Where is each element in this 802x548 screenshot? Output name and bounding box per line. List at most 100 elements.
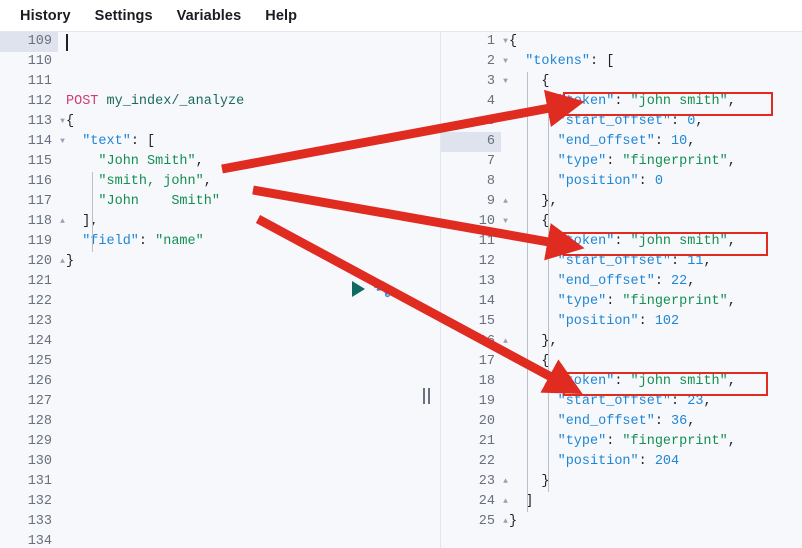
fold-expand-icon[interactable]: ▲ bbox=[58, 212, 67, 232]
response-code-line[interactable]: "end_offset": 10, bbox=[501, 132, 802, 152]
response-line-number[interactable]: 4 bbox=[441, 92, 501, 112]
response-code-line[interactable]: "type": "fingerprint", bbox=[501, 152, 802, 172]
request-line-number[interactable]: 122 bbox=[0, 292, 58, 312]
response-code-line[interactable]: } bbox=[501, 472, 802, 492]
response-code-line[interactable]: { bbox=[501, 72, 802, 92]
request-code-line[interactable]: { bbox=[58, 112, 411, 132]
response-code-line[interactable]: ] bbox=[501, 492, 802, 512]
request-code-line[interactable] bbox=[58, 32, 411, 52]
response-line-number[interactable]: 23 ▲ bbox=[441, 472, 508, 492]
request-line-number[interactable]: 118 ▲ bbox=[0, 212, 65, 232]
request-code-line[interactable]: "John Smith" bbox=[58, 192, 411, 212]
fold-collapse-icon[interactable]: ▼ bbox=[58, 112, 67, 132]
request-line-number[interactable]: 114 ▼ bbox=[0, 132, 65, 152]
response-code-line[interactable]: "position": 204 bbox=[501, 452, 802, 472]
wrench-icon[interactable] bbox=[372, 279, 391, 298]
response-code-line[interactable]: "end_offset": 36, bbox=[501, 412, 802, 432]
fold-expand-icon[interactable]: ▲ bbox=[501, 472, 510, 492]
response-line-number[interactable]: 9 ▲ bbox=[441, 192, 508, 212]
response-code-area[interactable]: { "tokens": [ { "token": "john smith", "… bbox=[501, 32, 802, 548]
request-line-number[interactable]: 117 bbox=[0, 192, 58, 212]
request-line-number[interactable]: 132 bbox=[0, 492, 58, 512]
fold-expand-icon[interactable]: ▲ bbox=[58, 252, 67, 272]
request-line-number[interactable]: 111 bbox=[0, 72, 58, 92]
request-line-number[interactable]: 133 bbox=[0, 512, 58, 532]
request-code-line[interactable]: "text": [ bbox=[58, 132, 411, 152]
fold-expand-icon[interactable]: ▲ bbox=[501, 492, 510, 512]
request-line-number[interactable]: 126 bbox=[0, 372, 58, 392]
response-code-line[interactable]: "start_offset": 11, bbox=[501, 252, 802, 272]
fold-collapse-icon[interactable]: ▼ bbox=[501, 72, 510, 92]
response-code-line[interactable]: "type": "fingerprint", bbox=[501, 292, 802, 312]
request-line-number[interactable]: 123 bbox=[0, 312, 58, 332]
request-code-line[interactable] bbox=[58, 532, 411, 548]
response-line-number[interactable]: 21 bbox=[441, 432, 501, 452]
response-line-number[interactable]: 16 ▲ bbox=[441, 332, 508, 352]
response-editor-pane[interactable]: 1 ▼ 2 ▼ 3 ▼ 4 5 6 7 8 9 ▲ 10 ▼ 11 12 13 14 15 16 ▲ 17 18 19 20 21 2… bbox=[441, 32, 802, 548]
request-code-line[interactable] bbox=[58, 312, 411, 332]
fold-collapse-icon[interactable]: ▼ bbox=[501, 32, 510, 52]
response-line-number[interactable]: 15 bbox=[441, 312, 501, 332]
response-line-number[interactable]: 22 bbox=[441, 452, 501, 472]
response-line-number[interactable]: 3 ▼ bbox=[441, 72, 508, 92]
request-line-number[interactable]: 134 bbox=[0, 532, 58, 548]
response-code-line[interactable]: } bbox=[501, 512, 802, 532]
request-line-number[interactable]: 124 bbox=[0, 332, 58, 352]
response-line-number[interactable]: 2 ▼ bbox=[441, 52, 508, 72]
response-line-number[interactable]: 13 bbox=[441, 272, 501, 292]
response-line-number[interactable]: 7 bbox=[441, 152, 501, 172]
response-line-number[interactable]: 20 bbox=[441, 412, 501, 432]
request-code-line[interactable] bbox=[58, 52, 411, 72]
pane-splitter[interactable] bbox=[411, 32, 441, 548]
menu-item-variables[interactable]: Variables bbox=[165, 4, 254, 28]
request-code-line[interactable]: "smith, john", bbox=[58, 172, 411, 192]
response-line-number[interactable]: 12 bbox=[441, 252, 501, 272]
response-line-number-gutter[interactable]: 1 ▼ 2 ▼ 3 ▼ 4 5 6 7 8 9 ▲ 10 ▼ 11 12 13 14 15 16 ▲ 17 18 19 20 21 2… bbox=[441, 32, 508, 548]
fold-expand-icon[interactable]: ▲ bbox=[501, 512, 510, 532]
response-code-line[interactable]: "tokens": [ bbox=[501, 52, 802, 72]
request-code-line[interactable] bbox=[58, 472, 411, 492]
request-code-line[interactable] bbox=[58, 512, 411, 532]
request-code-line[interactable] bbox=[58, 392, 411, 412]
menu-item-history[interactable]: History bbox=[8, 4, 83, 28]
drag-handle-icon[interactable] bbox=[422, 388, 431, 404]
request-line-number[interactable]: 109 bbox=[0, 32, 58, 52]
request-line-number[interactable]: 119 bbox=[0, 232, 58, 252]
response-line-number[interactable]: 25 ▲ bbox=[441, 512, 508, 532]
response-line-number[interactable]: 10 ▼ bbox=[441, 212, 508, 232]
request-line-number[interactable]: 130 bbox=[0, 452, 58, 472]
request-line-number[interactable]: 129 bbox=[0, 432, 58, 452]
fold-collapse-icon[interactable]: ▼ bbox=[501, 52, 510, 72]
response-code-line[interactable]: "token": "john smith", bbox=[501, 232, 802, 252]
fold-expand-icon[interactable]: ▲ bbox=[501, 332, 510, 352]
request-editor-pane[interactable]: 109 110 111 112 113 ▼ 114 ▼ 115 116 117 118 ▲ 119 120 ▲… bbox=[0, 32, 411, 548]
request-line-number[interactable]: 116 bbox=[0, 172, 58, 192]
request-line-number[interactable]: 127 bbox=[0, 392, 58, 412]
request-line-number[interactable]: 113 ▼ bbox=[0, 112, 65, 132]
menu-item-settings[interactable]: Settings bbox=[83, 4, 165, 28]
response-code-line[interactable]: "position": 102 bbox=[501, 312, 802, 332]
response-line-number[interactable]: 6 bbox=[441, 132, 501, 152]
response-code-line[interactable]: "type": "fingerprint", bbox=[501, 432, 802, 452]
request-code-line[interactable]: POST my_index/_analyze bbox=[58, 92, 411, 112]
response-code-line[interactable]: { bbox=[501, 352, 802, 372]
response-code-line[interactable]: "token": "john smith", bbox=[501, 372, 802, 392]
response-line-number[interactable]: 11 bbox=[441, 232, 501, 252]
request-line-number[interactable]: 120 ▲ bbox=[0, 252, 65, 272]
fold-collapse-icon[interactable]: ▼ bbox=[501, 212, 510, 232]
response-line-number[interactable]: 1 ▼ bbox=[441, 32, 508, 52]
request-code-line[interactable]: "John Smith", bbox=[58, 152, 411, 172]
response-code-line[interactable]: "end_offset": 22, bbox=[501, 272, 802, 292]
response-line-number[interactable]: 18 bbox=[441, 372, 501, 392]
request-line-number[interactable]: 110 bbox=[0, 52, 58, 72]
request-code-line[interactable] bbox=[58, 492, 411, 512]
request-code-line[interactable]: ], bbox=[58, 212, 411, 232]
response-code-line[interactable]: }, bbox=[501, 332, 802, 352]
request-code-line[interactable] bbox=[58, 412, 411, 432]
menu-item-help[interactable]: Help bbox=[253, 4, 309, 28]
response-line-number[interactable]: 24 ▲ bbox=[441, 492, 508, 512]
request-code-line[interactable] bbox=[58, 452, 411, 472]
response-line-number[interactable]: 19 bbox=[441, 392, 501, 412]
response-line-number[interactable]: 8 bbox=[441, 172, 501, 192]
request-line-number[interactable]: 128 bbox=[0, 412, 58, 432]
